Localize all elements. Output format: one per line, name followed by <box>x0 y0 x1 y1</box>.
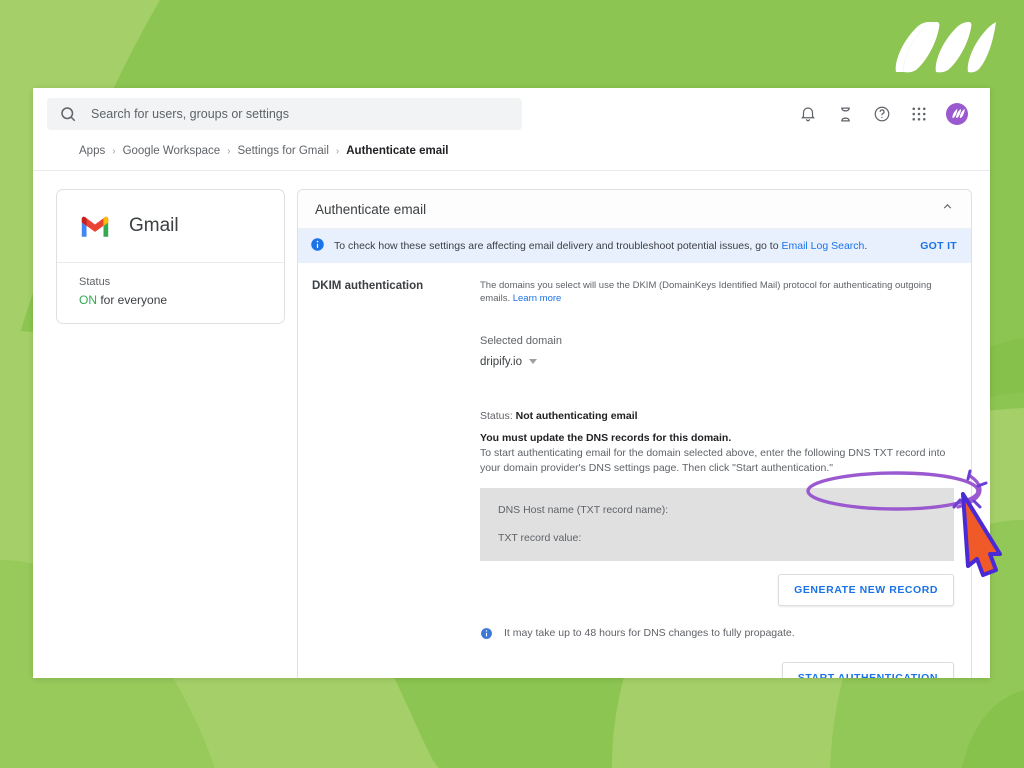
start-authentication-button[interactable]: START AUTHENTICATION <box>782 662 954 678</box>
main-content: Gmail Status ON for everyone Authenticat… <box>33 171 990 678</box>
status-rest-text: for everyone <box>97 293 167 307</box>
propagation-note-text: It may take up to 48 hours for DNS chang… <box>504 626 795 641</box>
info-banner-text: To check how these settings are affectin… <box>334 239 906 253</box>
chevron-down-icon <box>529 359 537 364</box>
gmail-app-card[interactable]: Gmail Status ON for everyone <box>56 189 285 324</box>
propagation-note: It may take up to 48 hours for DNS chang… <box>480 626 954 645</box>
dns-record-box: DNS Host name (TXT record name): TXT rec… <box>480 488 954 561</box>
help-icon[interactable] <box>872 104 892 124</box>
gmail-icon <box>79 214 111 238</box>
selected-domain-dropdown[interactable]: dripify.io <box>480 356 537 368</box>
dkim-form: Selected domain dripify.io Status: Not a… <box>480 335 954 678</box>
start-auth-button-row: START AUTHENTICATION <box>480 662 954 678</box>
info-icon <box>310 237 325 255</box>
chevron-up-icon[interactable] <box>941 200 954 218</box>
breadcrumb-item-google-workspace[interactable]: Google Workspace <box>123 145 221 157</box>
breadcrumb-item-authenticate-email: Authenticate email <box>346 145 448 157</box>
breadcrumb-item-apps[interactable]: Apps <box>79 145 105 157</box>
search-box[interactable] <box>47 98 522 130</box>
must-update-line: You must update the DNS records for this… <box>480 432 954 444</box>
search-icon <box>59 105 77 123</box>
apps-grid-icon[interactable] <box>909 104 929 124</box>
notifications-bell-icon[interactable] <box>798 104 818 124</box>
panel-body: DKIM authentication The domains you sele… <box>298 263 971 678</box>
generate-button-row: GENERATE NEW RECORD <box>480 574 954 606</box>
left-column: Gmail Status ON for everyone <box>45 189 285 678</box>
status-badge: ON for everyone <box>79 293 264 307</box>
selected-domain-value: dripify.io <box>480 356 522 368</box>
how-to-line: To start authenticating email for the do… <box>480 446 954 476</box>
right-column: Authenticate email <box>285 189 972 678</box>
learn-more-link[interactable]: Learn more <box>513 293 562 304</box>
banner-text-before: To check how these settings are affectin… <box>334 240 782 252</box>
txt-record-value-row: TXT record value: <box>498 532 936 544</box>
info-banner: To check how these settings are affectin… <box>298 229 971 263</box>
status-label: Status <box>79 276 264 288</box>
top-bar <box>33 88 990 140</box>
dkim-section-content: The domains you select will use the DKIM… <box>480 279 954 678</box>
dkim-section-label: DKIM authentication <box>312 279 480 678</box>
dripify-logo <box>888 18 996 76</box>
search-input[interactable] <box>91 107 510 121</box>
dkim-status-value: Not authenticating email <box>516 410 638 422</box>
page-title: Authenticate email <box>315 202 426 217</box>
dkim-description: The domains you select will use the DKIM… <box>480 279 954 306</box>
gmail-card-header: Gmail <box>57 190 284 263</box>
breadcrumb-separator: › <box>227 146 230 157</box>
email-log-search-link[interactable]: Email Log Search <box>782 240 865 252</box>
gmail-app-title: Gmail <box>129 215 179 237</box>
selected-domain-label: Selected domain <box>480 335 954 347</box>
user-avatar[interactable] <box>946 103 968 125</box>
got-it-button[interactable]: GOT IT <box>920 240 957 252</box>
dns-host-name-row: DNS Host name (TXT record name): <box>498 504 936 516</box>
admin-console-window: Apps › Google Workspace › Settings for G… <box>33 88 990 678</box>
generate-new-record-button[interactable]: GENERATE NEW RECORD <box>778 574 954 606</box>
breadcrumb-separator: › <box>336 146 339 157</box>
dkim-status-prefix: Status: <box>480 410 516 422</box>
dkim-status-line: Status: Not authenticating email <box>480 410 954 422</box>
authenticate-email-panel: Authenticate email <box>297 189 972 678</box>
gmail-card-status: Status ON for everyone <box>57 263 284 323</box>
breadcrumb-separator: › <box>112 146 115 157</box>
top-bar-icons <box>798 103 990 125</box>
hourglass-icon[interactable] <box>835 104 855 124</box>
status-on-text: ON <box>79 293 97 307</box>
info-icon <box>480 627 493 645</box>
breadcrumb-item-settings-for-gmail[interactable]: Settings for Gmail <box>238 145 329 157</box>
breadcrumb: Apps › Google Workspace › Settings for G… <box>33 140 990 162</box>
banner-text-after: . <box>864 240 867 252</box>
panel-header[interactable]: Authenticate email <box>298 190 971 229</box>
